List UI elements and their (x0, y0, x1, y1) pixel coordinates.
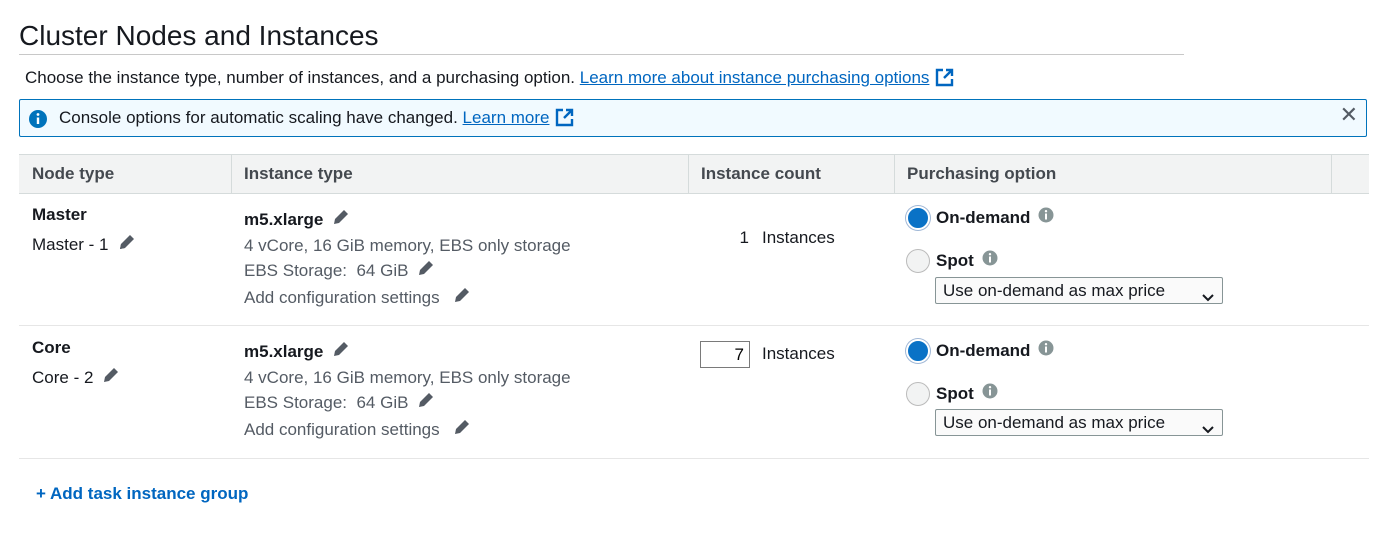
info-icon (28, 109, 48, 134)
ebs-storage-value: 64 GiB (356, 393, 409, 412)
instance-type-cell: m5.xlarge 4 vCore, 16 GiB memory, EBS on… (244, 207, 571, 312)
max-price-select[interactable]: Use on-demand as max price (935, 409, 1223, 436)
instance-spec: 4 vCore, 16 GiB memory, EBS only storage (244, 368, 571, 387)
max-price-select[interactable]: Use on-demand as max price (935, 277, 1223, 304)
ebs-storage: EBS Storage: 64 GiB (244, 390, 571, 417)
node-type-cell: Core Core - 2 (32, 337, 121, 391)
node-label-text: Core - 2 (32, 368, 94, 387)
learn-more-purchasing-link[interactable]: Learn more about instance purchasing opt… (580, 68, 930, 87)
pencil-icon[interactable] (101, 365, 121, 391)
close-icon[interactable]: ✕ (1340, 103, 1358, 127)
ondemand-label: On-demand (936, 207, 1031, 227)
header-node-type: Node type (32, 164, 115, 183)
pencil-icon[interactable] (331, 339, 351, 365)
pencil-icon[interactable] (416, 390, 436, 417)
purchase-option-ondemand[interactable]: On-demand (906, 204, 1054, 230)
radio-ondemand[interactable] (906, 205, 930, 230)
node-type-cell: Master Master - 1 (32, 204, 137, 258)
chevron-down-icon (1202, 417, 1214, 442)
intro-description: Choose the instance type, number of inst… (25, 68, 576, 87)
radio-ondemand[interactable] (906, 338, 930, 363)
instance-count-unit: Instances (762, 344, 835, 363)
pencil-icon[interactable] (452, 417, 472, 444)
instance-count-input[interactable] (700, 341, 750, 368)
ebs-storage-value: 64 GiB (356, 261, 409, 280)
external-link-icon[interactable] (935, 68, 954, 94)
instance-type-name: m5.xlarge (244, 342, 324, 361)
ondemand-label: On-demand (936, 340, 1031, 360)
alert-text: Console options for automatic scaling ha… (59, 108, 458, 127)
info-icon[interactable] (982, 381, 998, 407)
add-configuration-label: Add configuration settings (244, 420, 440, 439)
node-label: Core - 2 (32, 365, 121, 391)
pencil-icon[interactable] (452, 285, 472, 312)
chevron-down-icon (1202, 285, 1214, 310)
node-name: Core (32, 338, 71, 357)
purchase-option-ondemand[interactable]: On-demand (906, 337, 1054, 363)
instance-type-cell: m5.xlarge 4 vCore, 16 GiB memory, EBS on… (244, 339, 571, 444)
ebs-storage-label: EBS Storage: (244, 261, 348, 280)
table-header: Node type Instance type Instance count P… (19, 154, 1369, 194)
pencil-icon[interactable] (117, 232, 137, 258)
instance-count-unit: Instances (762, 228, 835, 247)
purchase-option-spot[interactable]: Spot (906, 247, 998, 273)
node-name: Master (32, 205, 87, 224)
alert-message: Console options for automatic scaling ha… (59, 106, 574, 134)
external-link-icon[interactable] (555, 108, 574, 134)
add-configuration-label: Add configuration settings (244, 288, 440, 307)
ebs-storage: EBS Storage: 64 GiB (244, 258, 571, 285)
scaling-info-alert: Console options for automatic scaling ha… (19, 99, 1367, 137)
alert-learn-more-link[interactable]: Learn more (463, 108, 550, 127)
header-instance-type: Instance type (244, 164, 353, 183)
node-label: Master - 1 (32, 232, 137, 258)
instance-spec: 4 vCore, 16 GiB memory, EBS only storage (244, 236, 571, 255)
node-label-text: Master - 1 (32, 235, 109, 254)
header-instance-count: Instance count (701, 164, 821, 183)
add-configuration: Add configuration settings (244, 417, 571, 444)
max-price-select-value: Use on-demand as max price (943, 413, 1166, 432)
pencil-icon[interactable] (331, 207, 351, 233)
spot-label: Spot (936, 383, 974, 403)
section-title: Cluster Nodes and Instances (19, 18, 1184, 55)
spot-label: Spot (936, 250, 974, 270)
intro-text: Choose the instance type, number of inst… (25, 66, 954, 94)
radio-spot[interactable] (906, 381, 930, 406)
instance-count-value: 1 (739, 228, 749, 247)
header-purchasing-option: Purchasing option (907, 164, 1057, 183)
max-price-select-value: Use on-demand as max price (943, 281, 1166, 300)
add-task-instance-group-link[interactable]: + Add task instance group (36, 482, 248, 506)
add-configuration: Add configuration settings (244, 285, 571, 312)
table-row: Core Core - 2 m5.xlarge 4 vCore, 16 GiB … (19, 326, 1369, 459)
purchase-option-spot[interactable]: Spot (906, 380, 998, 406)
pencil-icon[interactable] (416, 258, 436, 285)
header-divider (1331, 155, 1332, 193)
radio-spot[interactable] (906, 248, 930, 273)
instance-type-label: m5.xlarge (244, 339, 571, 365)
ebs-storage-label: EBS Storage: (244, 393, 348, 412)
info-icon[interactable] (1038, 338, 1054, 364)
instance-type-name: m5.xlarge (244, 210, 324, 229)
instance-type-label: m5.xlarge (244, 207, 571, 233)
info-icon[interactable] (1038, 205, 1054, 231)
table-row: Master Master - 1 m5.xlarge 4 vCore, 16 … (19, 194, 1369, 326)
info-icon[interactable] (982, 248, 998, 274)
